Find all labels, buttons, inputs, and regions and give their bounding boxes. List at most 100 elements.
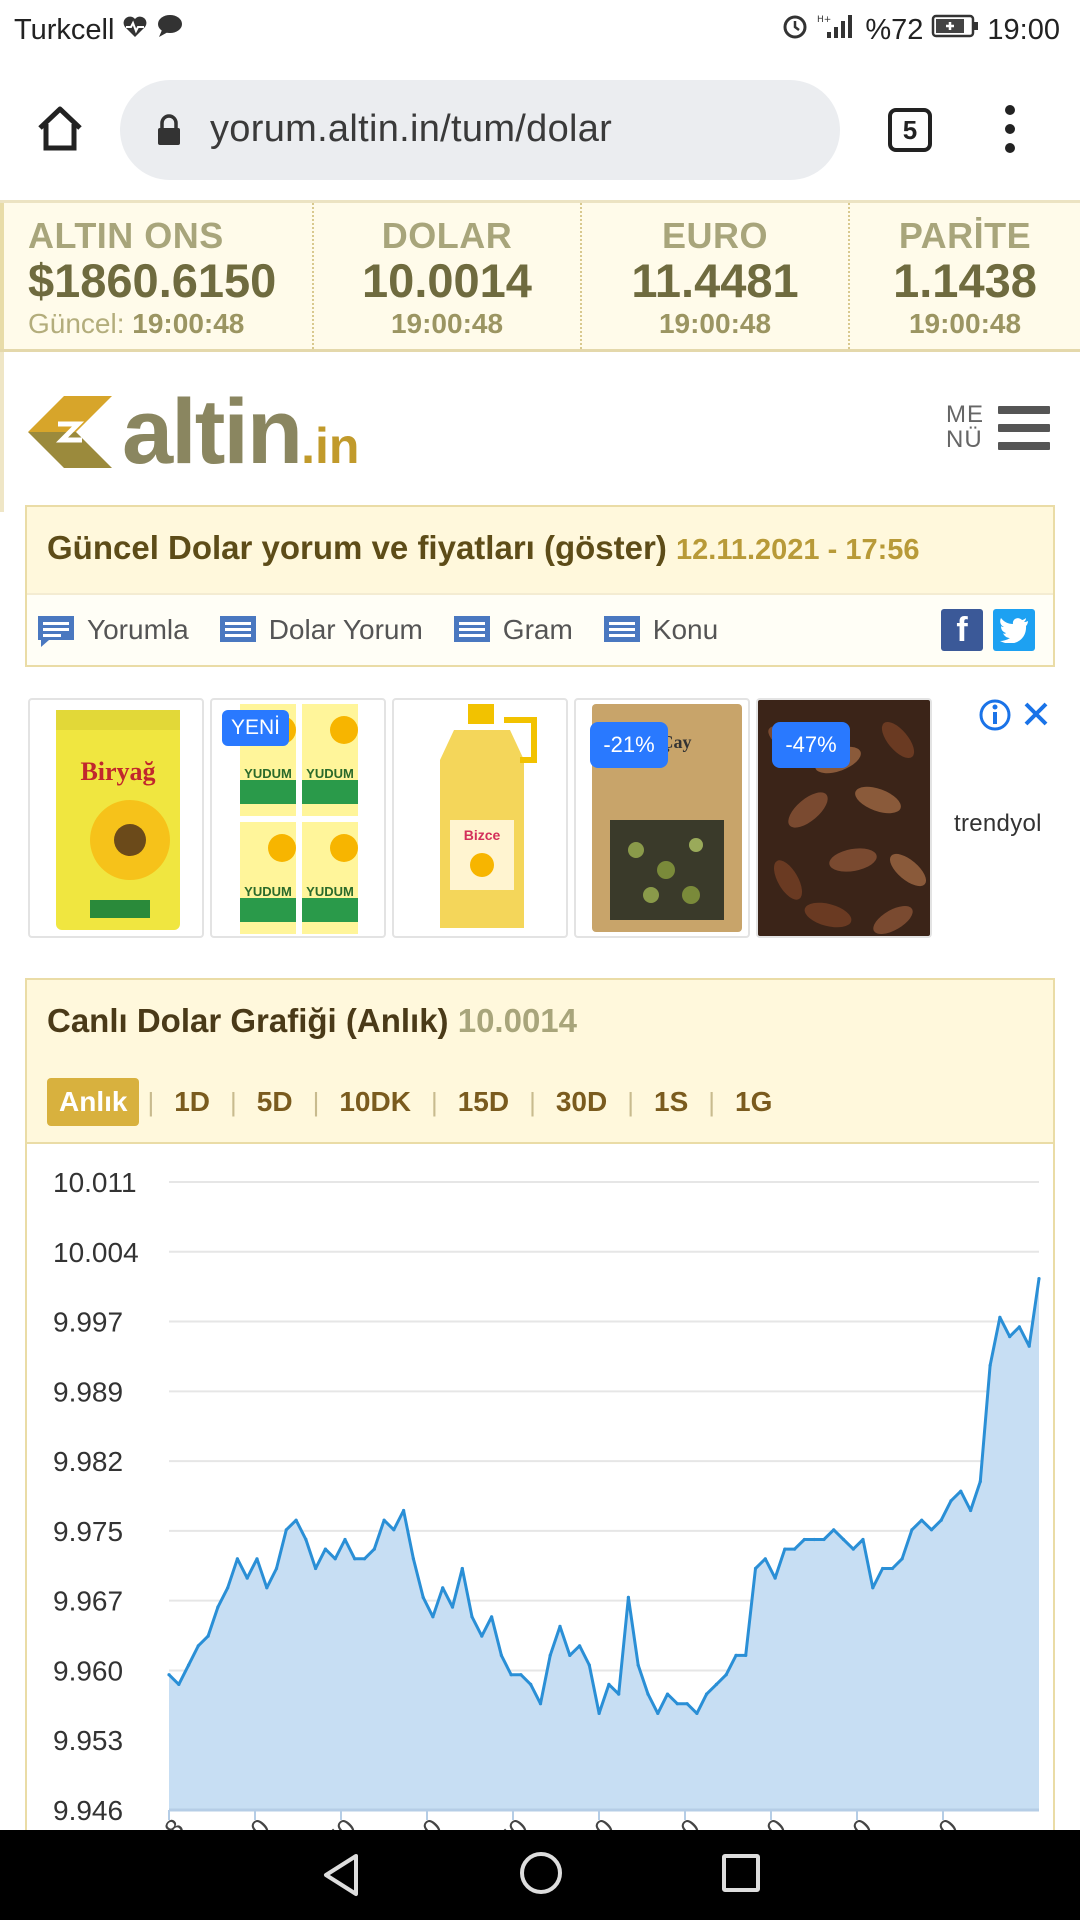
data-point — [294, 1518, 298, 1522]
link-dolar-yorum[interactable]: Dolar Yorum — [219, 614, 423, 646]
data-point — [832, 1528, 836, 1532]
data-point — [362, 1557, 367, 1561]
back-icon[interactable] — [318, 1852, 364, 1903]
data-point — [245, 1576, 249, 1580]
data-point — [421, 1595, 425, 1599]
dollar-comments-panel: Güncel Dolar yorum ve fiyatları (göster)… — [25, 505, 1055, 667]
home-circle-icon[interactable] — [520, 1852, 562, 1894]
data-point — [284, 1528, 288, 1532]
home-button[interactable] — [34, 102, 86, 154]
data-point — [460, 1566, 464, 1571]
ad-brand-label[interactable]: trendyol — [954, 810, 1042, 838]
data-point — [1017, 1325, 1022, 1329]
menu-button[interactable]: ME NÜ — [946, 402, 1054, 462]
twitter-icon[interactable] — [993, 609, 1035, 651]
product-image: Bizce — [440, 704, 537, 928]
site-logo[interactable]: altin.in — [122, 380, 359, 485]
ad-close-icon[interactable] — [1020, 698, 1054, 732]
ad-product-oil-pack[interactable]: YUDUM YUDUM YUDUM YUDUM YENİ — [210, 698, 386, 938]
svg-text:YUDUM: YUDUM — [244, 884, 292, 899]
data-point — [509, 1673, 513, 1677]
tab-10dk[interactable]: 10DK — [327, 1078, 423, 1126]
list-icon — [219, 615, 257, 645]
ticker-parity[interactable]: PARİTE 1.1438 19:00:48 — [850, 203, 1080, 349]
link-konu[interactable]: Konu — [603, 614, 718, 646]
y-tick-label: 9.982 — [53, 1446, 123, 1477]
ticker-euro[interactable]: EURO 11.4481 19:00:48 — [582, 203, 850, 349]
chart-plot-area[interactable]: 10.011 10.004 9.997 9.989 9.982 9.975 9.967 9.9… — [27, 1146, 1053, 1830]
panel-title-text[interactable]: Güncel Dolar yorum ve fiyatları (göster) — [47, 529, 667, 566]
ad-info-icon[interactable] — [978, 698, 1012, 732]
data-point — [167, 1673, 171, 1677]
data-point — [519, 1673, 523, 1677]
ad-product-dates[interactable]: -47% — [756, 698, 932, 938]
data-point — [841, 1537, 846, 1542]
data-point — [470, 1615, 474, 1619]
tab-switcher-button[interactable]: 5 — [888, 108, 932, 152]
url-text: yorum.altin.in/tum/dolar — [210, 108, 613, 150]
panel-title[interactable]: Güncel Dolar yorum ve fiyatları (göster)… — [27, 507, 1053, 593]
link-label: Dolar Yorum — [268, 614, 423, 645]
ad-product-oil-bottle[interactable]: Bizce — [392, 698, 568, 938]
facebook-icon[interactable]: f — [941, 609, 983, 651]
y-tick-label: 9.960 — [53, 1655, 123, 1686]
svg-text:Bizce: Bizce — [464, 827, 501, 843]
data-point — [695, 1711, 699, 1715]
ticker-time-label: Güncel: — [28, 308, 125, 339]
data-point — [714, 1682, 719, 1686]
data-point — [978, 1479, 982, 1484]
data-point — [538, 1702, 543, 1706]
data-point — [656, 1711, 660, 1715]
ad-product-tea[interactable]: Çay -21% — [574, 698, 750, 938]
data-point — [607, 1682, 611, 1686]
y-tick-label: 9.946 — [53, 1795, 123, 1826]
data-point — [587, 1663, 591, 1667]
recents-icon[interactable] — [722, 1854, 760, 1892]
logo-icon[interactable] — [28, 394, 112, 470]
data-point — [402, 1508, 406, 1513]
data-point — [753, 1566, 758, 1571]
ad-product-oil-tin[interactable]: Biryağ — [28, 698, 204, 938]
y-tick-label: 9.967 — [53, 1586, 123, 1617]
menu-label: ME NÜ — [946, 401, 984, 453]
tab-30d[interactable]: 30D — [544, 1078, 619, 1126]
svg-text:YUDUM: YUDUM — [244, 766, 292, 781]
data-point — [793, 1547, 797, 1551]
link-yorumla[interactable]: Yorumla — [37, 614, 189, 647]
tab-anlik[interactable]: Anlık — [47, 1078, 140, 1126]
data-point — [1027, 1344, 1031, 1348]
signal-icon: H+ — [817, 12, 857, 48]
ticker-dollar[interactable]: DOLAR 10.0014 19:00:48 — [314, 203, 582, 349]
battery-icon — [931, 13, 979, 47]
ticker-value: 10.0014 — [362, 254, 532, 307]
health-icon — [122, 14, 148, 47]
comment-icon — [37, 615, 75, 647]
tab-1d[interactable]: 1D — [162, 1078, 222, 1126]
svg-text:Biryağ: Biryağ — [80, 757, 155, 786]
tab-1g[interactable]: 1G — [723, 1078, 784, 1126]
link-gram[interactable]: Gram — [453, 614, 573, 646]
tab-5d[interactable]: 5D — [245, 1078, 305, 1126]
list-icon — [453, 615, 491, 645]
lock-icon — [156, 114, 182, 146]
data-point — [450, 1605, 455, 1609]
chat-icon — [156, 13, 184, 47]
data-point — [959, 1489, 963, 1493]
clock: 19:00 — [987, 13, 1060, 46]
data-point — [773, 1576, 777, 1580]
tab-15d[interactable]: 15D — [446, 1078, 521, 1126]
data-point — [939, 1518, 943, 1522]
data-point — [734, 1653, 738, 1657]
social-links: f — [941, 609, 1035, 651]
data-point — [920, 1518, 924, 1522]
ad-banner[interactable]: Biryağ YUDUM YUDUM YUDUM YUDUM YENİ Bizc… — [28, 698, 1078, 940]
x-tick-label: 50 — [492, 1813, 534, 1830]
more-menu-button[interactable] — [996, 105, 1024, 155]
data-point — [665, 1692, 670, 1696]
data-point — [881, 1566, 885, 1571]
ticker-gold-ounce[interactable]: ALTIN ONS $1860.6150 Güncel: 19:00:48 — [0, 203, 314, 349]
data-point — [411, 1557, 415, 1561]
tab-1s[interactable]: 1S — [642, 1078, 700, 1126]
data-point — [617, 1692, 621, 1696]
url-bar[interactable]: yorum.altin.in/tum/dolar — [120, 80, 840, 180]
